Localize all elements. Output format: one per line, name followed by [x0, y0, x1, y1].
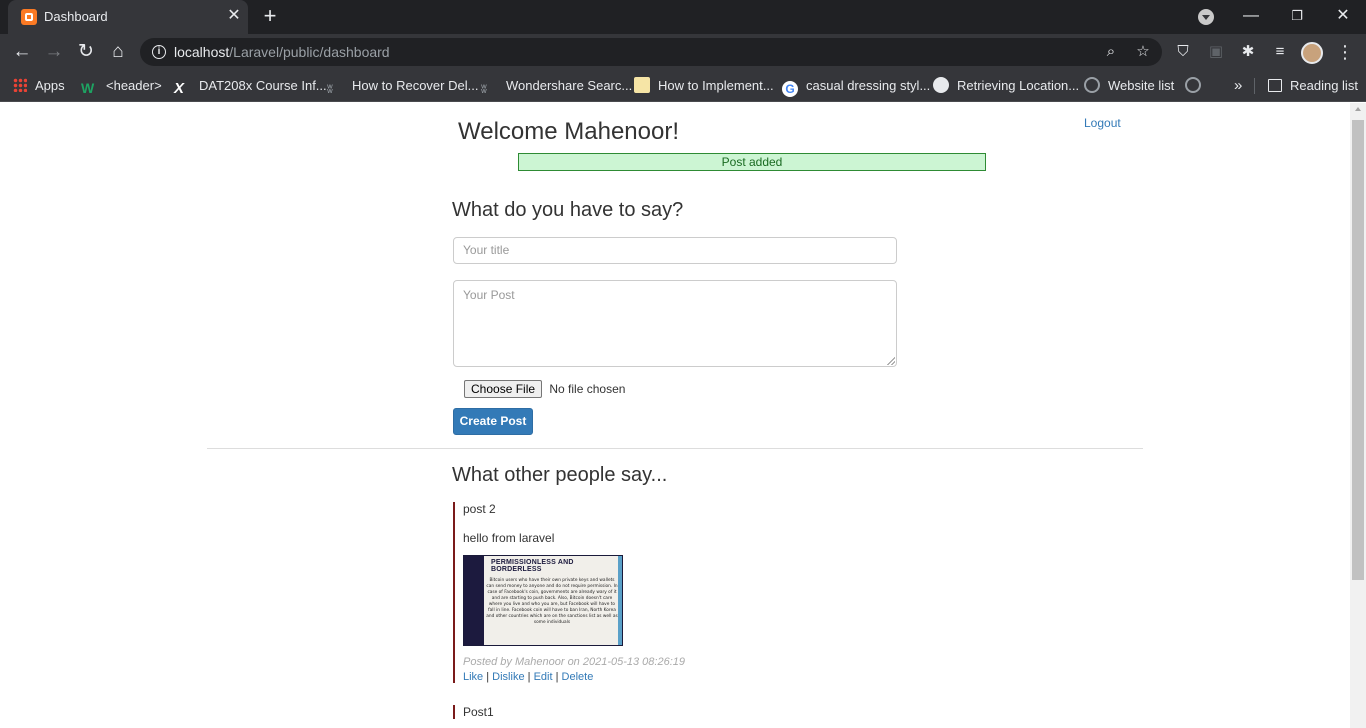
google-icon: G: [782, 81, 798, 97]
github-icon: [933, 77, 949, 93]
site-info-icon[interactable]: i: [152, 45, 166, 59]
edit-link[interactable]: Edit: [534, 671, 553, 683]
media-queue-icon[interactable]: ≡: [1270, 42, 1290, 62]
globe-icon: [1084, 77, 1100, 93]
globe-icon: [1185, 77, 1201, 93]
post-actions: Like | Dislike | Edit | Delete: [463, 671, 953, 683]
scroll-thumb[interactable]: [1352, 120, 1364, 580]
like-link[interactable]: Like: [463, 671, 483, 683]
create-post-button[interactable]: Create Post: [453, 408, 533, 435]
reading-list-button[interactable]: Reading list: [1268, 76, 1358, 96]
bookmarks-divider: [1254, 78, 1255, 94]
browser-toolbar: ← → ↻ ⌂ i localhost/Laravel/public/dashb…: [0, 34, 1366, 70]
bookmark-globe[interactable]: [1185, 76, 1209, 96]
bookmark-recover[interactable]: ʬ How to Recover Del...: [327, 76, 478, 96]
profile-avatar[interactable]: [1301, 42, 1323, 64]
bookmark-casual-dressing[interactable]: Gcasual dressing styl...: [782, 76, 930, 97]
dislike-link[interactable]: Dislike: [492, 671, 524, 683]
post-body: hello from laravel: [463, 531, 555, 545]
resize-handle-icon[interactable]: [887, 357, 895, 365]
post-item: Post1: [453, 705, 953, 719]
minimize-button[interactable]: —: [1228, 0, 1274, 32]
reading-list-icon: [1268, 79, 1282, 92]
bookmark-retrieving-location[interactable]: Retrieving Location...: [933, 76, 1079, 96]
file-status: No file chosen: [549, 382, 626, 396]
page-viewport: Welcome Mahenoor! Logout Post added What…: [0, 103, 1350, 728]
tab-search-icon[interactable]: [1198, 9, 1214, 25]
bookmark-header[interactable]: W <header>: [81, 76, 162, 96]
choose-file-button[interactable]: Choose File: [464, 380, 543, 398]
feed-heading: What other people say...: [452, 464, 668, 486]
tab-dashboard[interactable]: Dashboard ✕: [8, 0, 248, 34]
close-tab-icon[interactable]: ✕: [226, 7, 242, 25]
puzzle-extensions-icon[interactable]: ✱: [1238, 42, 1258, 62]
post-textarea[interactable]: Your Post: [453, 280, 897, 367]
zoom-icon[interactable]: ⌕: [1101, 42, 1121, 62]
reload-icon[interactable]: ↻: [73, 39, 99, 65]
image-text: Bitcoin users who have their own private…: [486, 578, 618, 625]
logout-link[interactable]: Logout: [1084, 116, 1121, 130]
page-scrollbar[interactable]: [1350, 103, 1366, 728]
back-icon[interactable]: ←: [9, 39, 35, 65]
image-heading: PERMISSIONLESS AND BORDERLESS: [491, 559, 574, 573]
file-input: Choose File No file chosen: [464, 380, 625, 398]
bookmark-star-icon[interactable]: ☆: [1133, 42, 1153, 62]
bookmark-implement[interactable]: How to Implement...: [634, 76, 774, 96]
page-thumbnail-icon: [634, 77, 650, 93]
apps-grid-icon: [13, 78, 27, 92]
tab-title: Dashboard: [44, 9, 108, 24]
new-tab-button[interactable]: +: [258, 5, 282, 29]
action-separator: |: [527, 671, 531, 683]
action-separator: |: [555, 671, 559, 683]
post-item: post 2 hello from laravel PERMISSIONLESS…: [453, 502, 953, 683]
restore-button[interactable]: ❐: [1274, 0, 1320, 32]
tab-strip: Dashboard ✕ + — ❐ ✕: [0, 0, 1366, 34]
xampp-favicon-icon: [21, 9, 37, 25]
action-separator: |: [486, 671, 490, 683]
edx-x-icon: X: [174, 80, 185, 97]
form-heading: What do you have to say?: [452, 199, 684, 221]
post-placeholder: Your Post: [463, 288, 515, 302]
close-window-button[interactable]: ✕: [1320, 0, 1366, 32]
bookmark-dat208x[interactable]: X DAT208x Course Inf...: [174, 76, 327, 97]
shield-extension-icon[interactable]: ⛉: [1173, 42, 1193, 62]
section-divider: [207, 448, 1143, 449]
bookmark-apps[interactable]: Apps: [13, 76, 65, 96]
post-title: post 2: [463, 502, 496, 516]
home-icon[interactable]: ⌂: [105, 39, 131, 65]
post-meta: Posted by Mahenoor on 2021-05-13 08:26:1…: [463, 656, 685, 668]
wondershare-icon: ʬ: [327, 82, 333, 96]
url-text[interactable]: localhost/Laravel/public/dashboard: [174, 44, 390, 60]
delete-link[interactable]: Delete: [562, 671, 594, 683]
post-title: Post1: [463, 705, 494, 719]
post-image[interactable]: PERMISSIONLESS AND BORDERLESS Bitcoin us…: [463, 555, 623, 646]
bookmark-website-list[interactable]: Website list: [1084, 76, 1174, 96]
w-site-icon: W: [81, 80, 95, 96]
page-title: Welcome Mahenoor!: [458, 118, 679, 145]
wondershare-icon: ʬ: [481, 82, 487, 96]
success-message: Post added: [518, 153, 986, 171]
forward-icon[interactable]: →: [41, 39, 67, 65]
bookmarks-bar: Apps W <header> X DAT208x Course Inf... ʬH…: [0, 70, 1366, 102]
bookmarks-overflow-icon[interactable]: »: [1234, 76, 1242, 96]
bookmark-wondershare[interactable]: ʬ Wondershare Searc...: [481, 76, 632, 96]
extension-icon[interactable]: ▣: [1206, 42, 1226, 62]
image-left-band: [464, 556, 484, 645]
title-input[interactable]: Your title: [453, 237, 897, 264]
menu-icon[interactable]: ⋮: [1336, 41, 1354, 63]
scroll-up-arrow-icon[interactable]: [1355, 107, 1361, 111]
address-bar[interactable]: i localhost/Laravel/public/dashboard ⌕ ☆: [140, 38, 1162, 66]
